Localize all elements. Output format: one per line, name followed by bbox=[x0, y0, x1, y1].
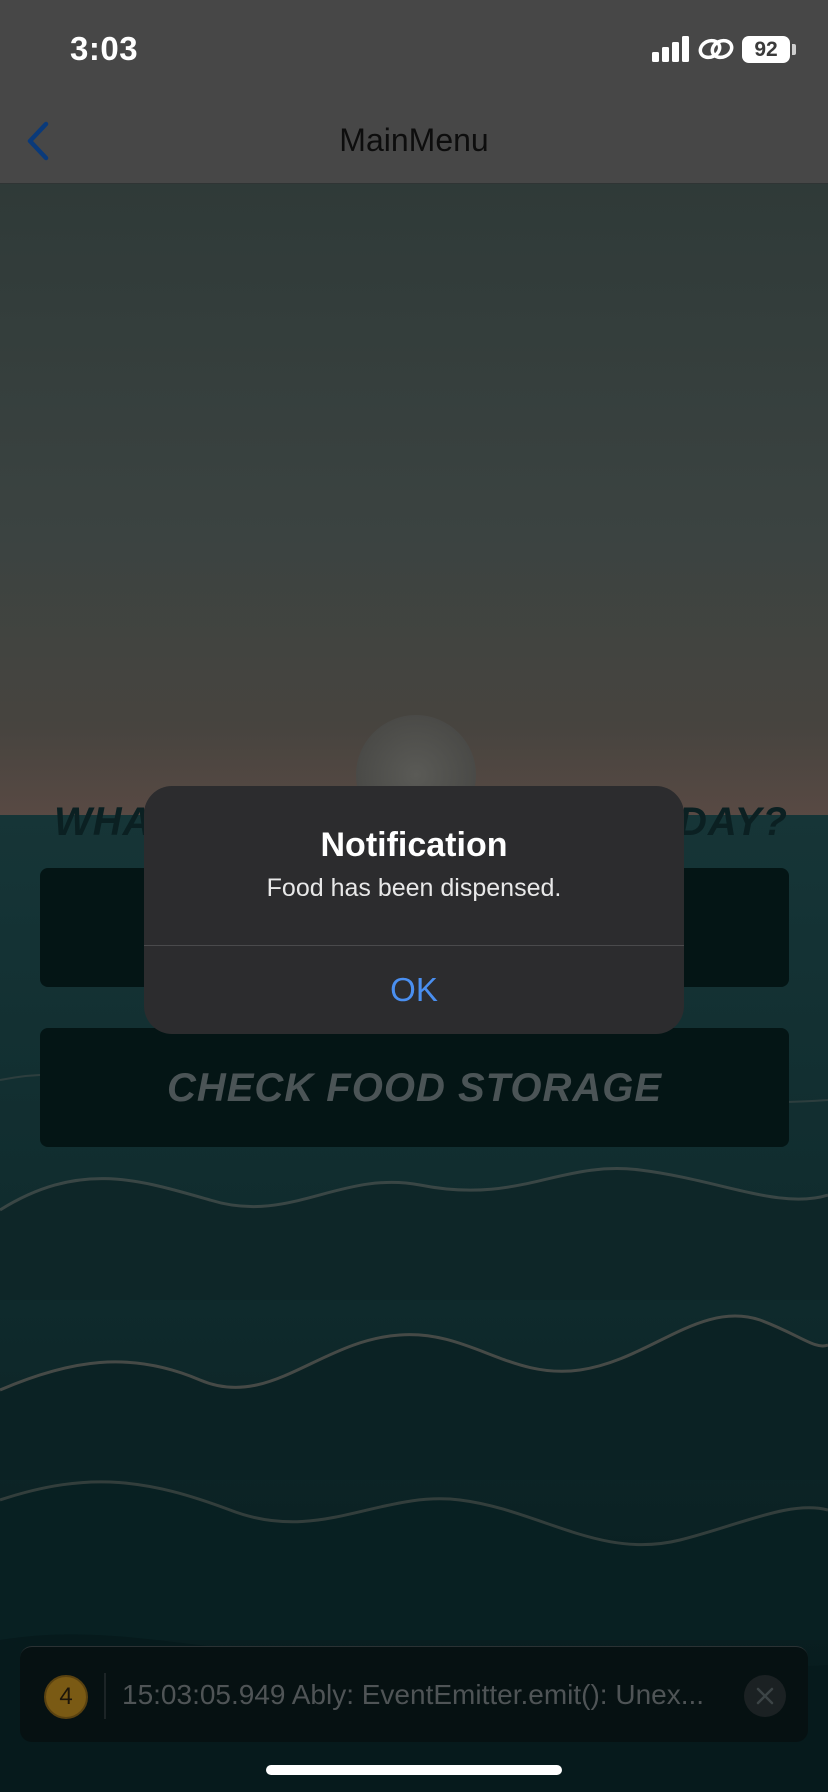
battery-level: 92 bbox=[754, 38, 778, 61]
close-log-button[interactable] bbox=[744, 1675, 786, 1717]
log-notification-bar[interactable]: 4 15:03:05.949 Ably: EventEmitter.emit()… bbox=[20, 1646, 808, 1742]
page-title: MainMenu bbox=[339, 122, 489, 158]
log-message: 15:03:05.949 Ably: EventEmitter.emit(): … bbox=[122, 1679, 705, 1710]
log-count: 4 bbox=[59, 1683, 73, 1710]
notification-dialog: Notification Food has been dispensed. OK bbox=[144, 786, 684, 1034]
home-indicator[interactable] bbox=[266, 1765, 562, 1775]
log-divider bbox=[104, 1673, 106, 1719]
status-bar: 3:03 92 bbox=[0, 0, 828, 100]
dialog-message: Food has been dispensed. bbox=[266, 874, 562, 902]
dialog-title: Notification bbox=[320, 826, 508, 864]
app-screen: 3:03 92 MainMenu WHAT DAY? CHECK FOOD ST… bbox=[0, 0, 828, 1792]
check-food-storage-button[interactable]: CHECK FOOD STORAGE bbox=[40, 1028, 789, 1147]
log-count-badge: 4 bbox=[44, 1675, 88, 1719]
check-food-storage-label: CHECK FOOD STORAGE bbox=[166, 1066, 663, 1110]
status-time: 3:03 bbox=[70, 30, 139, 67]
signal-icon bbox=[652, 36, 689, 62]
battery-icon: 92 bbox=[742, 36, 790, 63]
navigation-bar: MainMenu bbox=[0, 100, 828, 184]
close-icon bbox=[756, 1687, 774, 1705]
link-icon bbox=[698, 38, 734, 60]
ok-button[interactable]: OK bbox=[144, 946, 684, 1034]
battery-tip bbox=[792, 44, 796, 55]
question-text-right: DAY? bbox=[678, 800, 788, 844]
